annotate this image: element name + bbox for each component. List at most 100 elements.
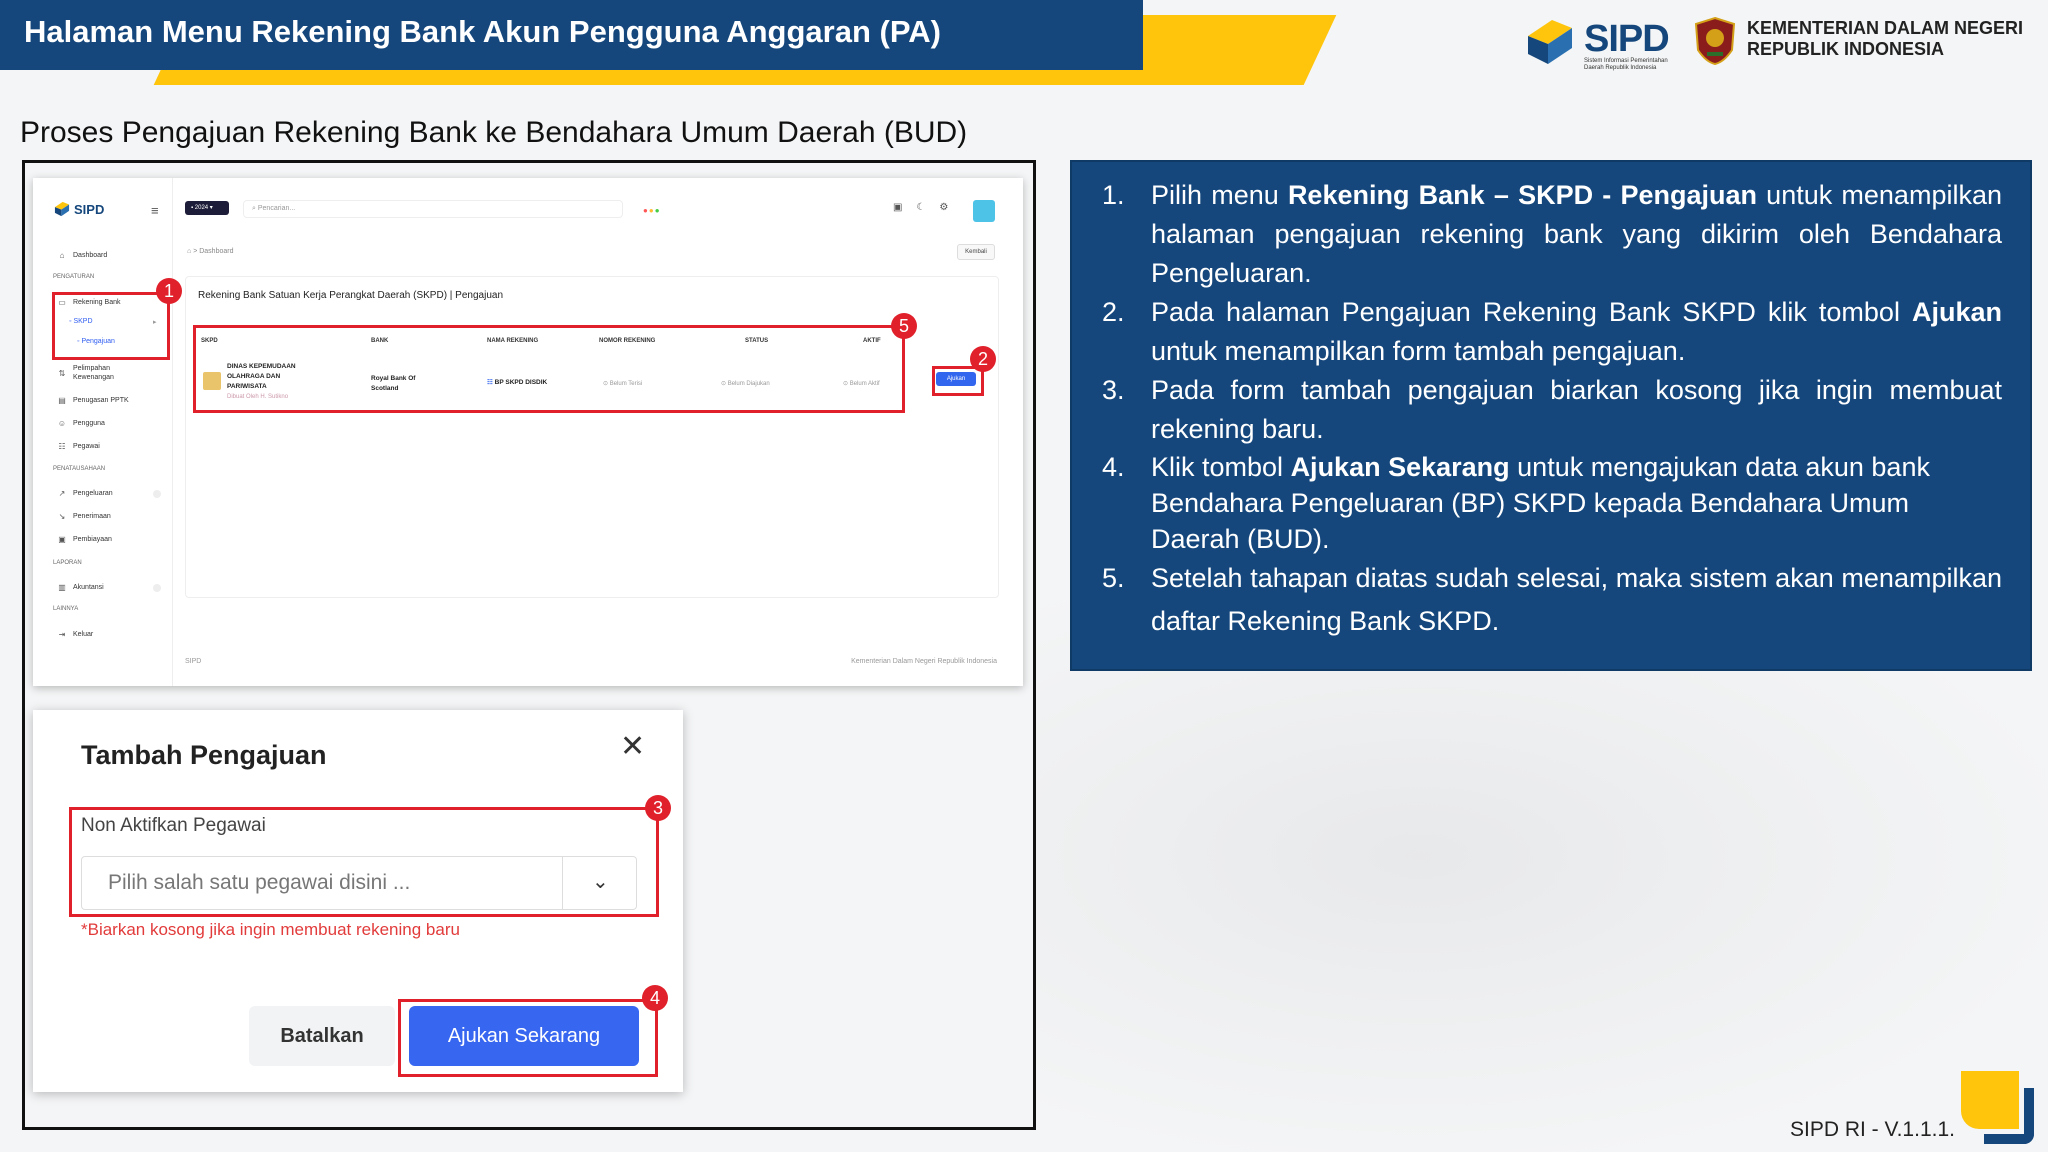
home-icon: ⌂: [59, 251, 65, 260]
app-footer-left: SIPD: [185, 658, 202, 665]
step-4: 4. Klik tombol Ajukan Sekarang untuk men…: [1092, 449, 2002, 557]
sidebar-label: Pembiayaan: [73, 536, 112, 543]
badge-step-2: 2: [970, 346, 996, 372]
expand-dot-icon: [153, 490, 161, 498]
home-icon[interactable]: ⌂: [187, 248, 191, 255]
badge-step-4: 4: [642, 985, 668, 1011]
step-number: 3.: [1102, 375, 1125, 405]
step-number: 1.: [1102, 180, 1125, 210]
badge-step-1: 1: [156, 278, 182, 304]
step-text: Pada halaman Pengajuan Rekening Bank SKP…: [1151, 297, 2002, 366]
step-3: 3. Pada form tambah pengajuan biarkan ko…: [1092, 371, 2002, 449]
sidebar-label: Pegawai: [73, 443, 100, 450]
sidebar-label: Pengeluaran: [73, 490, 113, 497]
report-icon: ▥: [58, 583, 66, 592]
highlight-step-3: [69, 807, 659, 917]
step-number: 5.: [1102, 563, 1125, 593]
app-sidebar: SIPD ≡ ⌂ Dashboard PENGATURAN ▭ Rekening B…: [33, 178, 173, 686]
step-5: 5. Setelah tahapan diatas sudah selesai,…: [1092, 557, 2002, 643]
step-text: Klik tombol Ajukan Sekarang untuk mengaj…: [1151, 452, 1930, 554]
moon-icon[interactable]: ☾: [916, 202, 939, 213]
expand-dot-icon: [153, 584, 161, 592]
kemendagri-emblem-icon: [1694, 16, 1736, 66]
sipd-small-logo-icon: [54, 201, 70, 217]
sidebar-section-laporan: LAPORAN: [53, 560, 82, 566]
sipd-logo: SIPD Sistem Informasi Pemerintahan Daera…: [1522, 14, 1682, 72]
card-title: Rekening Bank Satuan Kerja Perangkat Dae…: [198, 290, 504, 301]
step-2: 2. Pada halaman Pengajuan Rekening Bank …: [1092, 293, 2002, 371]
sidebar-label: Keluar: [73, 631, 94, 638]
users-icon: ☷: [58, 442, 66, 451]
sidebar-section-pengaturan: PENGATURAN: [53, 274, 95, 280]
step-text: Pilih menu Rekening Bank – SKPD - Pengaj…: [1151, 180, 2002, 288]
sidebar-section-lainnya: LAINNYA: [53, 606, 79, 612]
user-icon: ☺: [57, 419, 67, 428]
sidebar-label: Penerimaan: [73, 513, 111, 520]
section-subtitle: Proses Pengajuan Rekening Bank ke Bendah…: [20, 116, 968, 149]
header-bar: Halaman Menu Rekening Bank Akun Pengguna…: [0, 0, 1143, 70]
wallet-icon: ▣: [58, 535, 66, 544]
sidebar-item-dashboard[interactable]: ⌂ Dashboard: [57, 251, 108, 260]
sidebar-label: Pelimpahan Kewenangan: [73, 365, 114, 381]
sidebar-item-pengeluaran[interactable]: ↗ Pengeluaran: [57, 489, 113, 498]
topbar-icons: ▣☾⚙: [893, 202, 962, 213]
sidebar-item-penugasan[interactable]: ▤ Penugasan PPTK: [57, 396, 129, 405]
sidebar-section-penatausahaan: PENATAUSAHAAN: [53, 466, 106, 472]
gear-icon[interactable]: ⚙: [939, 202, 962, 213]
highlight-step-5: [193, 325, 905, 413]
sidebar-label: Dashboard: [73, 252, 108, 259]
sidebar-item-pelimpahan[interactable]: ⇅ Pelimpahan Kewenangan: [57, 364, 114, 382]
step-number: 4.: [1102, 452, 1125, 482]
transfer-icon: ⇅: [58, 368, 66, 378]
app-topbar: ▪ 2024 ▾ ⌕ Pencarian... ●●● ▣☾⚙: [173, 178, 1023, 222]
sidebar-item-pegawai[interactable]: ☷ Pegawai: [57, 442, 100, 451]
breadcrumb-separator: >: [193, 248, 198, 255]
trend-up-icon: ↗: [58, 489, 66, 498]
step-number: 2.: [1102, 297, 1125, 327]
breadcrumb-dashboard[interactable]: Dashboard: [199, 248, 233, 255]
sidebar-item-penerimaan[interactable]: ↘ Penerimaan: [57, 512, 111, 521]
step-1: 1. Pilih menu Rekening Bank – SKPD - Pen…: [1092, 176, 2002, 293]
sipd-logo-icon: [1528, 20, 1572, 64]
search-input[interactable]: ⌕ Pencarian...: [243, 200, 623, 218]
field-hint: *Biarkan kosong jika ingin membuat reken…: [81, 920, 460, 939]
menu-toggle-icon[interactable]: ≡: [151, 203, 159, 218]
status-dots: ●●●: [643, 206, 661, 215]
highlight-step-4: [398, 999, 658, 1077]
document-icon: ▤: [58, 396, 66, 405]
search-placeholder: Pencarian...: [257, 205, 296, 212]
cancel-button[interactable]: Batalkan: [249, 1006, 395, 1066]
avatar[interactable]: [973, 200, 995, 222]
app-screenshot: SIPD ≡ ⌂ Dashboard PENGATURAN ▭ Rekening B…: [33, 178, 1023, 686]
app-logo-text: SIPD: [74, 201, 105, 217]
corner-accent-blue: [1984, 1088, 2034, 1144]
highlight-step-1: [52, 292, 170, 360]
sidebar-item-pengguna[interactable]: ☺ Pengguna: [57, 419, 105, 428]
app-footer-right: Kementerian Dalam Negeri Republik Indone…: [851, 658, 997, 665]
badge-step-5: 5: [891, 313, 917, 339]
year-selector[interactable]: ▪ 2024 ▾: [185, 201, 229, 215]
trend-down-icon: ↘: [58, 512, 66, 521]
close-icon[interactable]: ✕: [620, 732, 645, 762]
sipd-logo-subtitle: Sistem Informasi Pemerintahan Daerah Rep…: [1584, 58, 1668, 72]
steps-panel: 1. Pilih menu Rekening Bank – SKPD - Pen…: [1070, 160, 2032, 671]
modal-title: Tambah Pengajuan: [81, 740, 327, 770]
badge-step-3: 3: [645, 795, 671, 821]
calendar-icon[interactable]: ▣: [893, 202, 916, 213]
sidebar-label: Pengguna: [73, 420, 105, 427]
step-text: Pada form tambah pengajuan biarkan koson…: [1151, 375, 2002, 444]
sipd-logo-text: SIPD: [1584, 18, 1670, 60]
sidebar-item-akuntansi[interactable]: ▥ Akuntansi: [57, 583, 104, 592]
sidebar-label: Akuntansi: [73, 584, 104, 591]
back-button[interactable]: Kembali: [957, 244, 995, 260]
sidebar-item-pembiayaan[interactable]: ▣ Pembiayaan: [57, 535, 112, 544]
page-title: Halaman Menu Rekening Bank Akun Pengguna…: [24, 14, 941, 49]
logout-icon: ⇥: [58, 630, 66, 639]
sidebar-item-keluar[interactable]: ⇥ Keluar: [57, 630, 94, 639]
breadcrumb: ⌂ > Dashboard: [187, 248, 233, 255]
step-text: Setelah tahapan diatas sudah selesai, ma…: [1151, 563, 2002, 636]
version-label: SIPD RI - V.1.1.1.: [1790, 1118, 1955, 1141]
sidebar-label: Penugasan PPTK: [73, 397, 129, 404]
kementerian-label: KEMENTERIAN DALAM NEGERI REPUBLIK INDONE…: [1747, 18, 2024, 59]
app-logo[interactable]: SIPD: [53, 200, 104, 218]
